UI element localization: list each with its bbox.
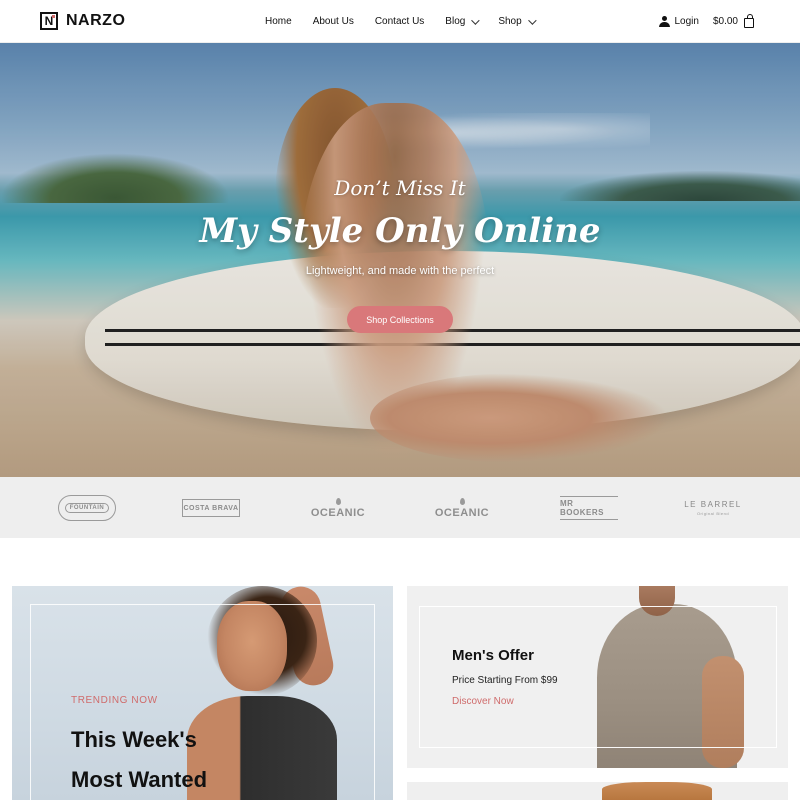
promo-eyebrow: TRENDING NOW (71, 695, 158, 706)
promo-title-line-2: Most Wanted (71, 767, 208, 792)
brand-name: MR BOOKERS (560, 496, 618, 520)
nav-item-label: Shop (498, 16, 522, 27)
discover-now-link[interactable]: Discover Now (452, 696, 514, 707)
brand-name: LE BARREL (684, 500, 742, 509)
shopping-bag-icon (744, 14, 754, 28)
promo-price: Price Starting From $99 (452, 675, 558, 686)
cart-button[interactable]: $0.00 (712, 14, 754, 28)
brand-name: FOUNTAIN (67, 505, 107, 511)
site-logo[interactable]: N NARZO (40, 12, 125, 30)
promo-title: This Week's Most Wanted (71, 720, 207, 800)
main-nav: Home About Us Contact Us Blog Shop (265, 0, 537, 43)
hero-overlay (0, 43, 800, 477)
logo-mark-icon: N (40, 12, 58, 30)
nav-item-about-us[interactable]: About Us (313, 16, 354, 27)
promo-partial-image (602, 782, 712, 800)
nav-item-label: About Us (312, 16, 354, 27)
brand-tagline: Original Blend (696, 511, 730, 516)
nav-item-home[interactable]: Home (265, 16, 292, 27)
brand-logos-strip: FOUNTAIN COSTA BRAVA OCEANIC OCEANIC MR … (0, 477, 800, 538)
water-drop-icon (459, 497, 465, 505)
promo-title: Men's Offer (452, 647, 534, 664)
cart-total: $0.00 (712, 16, 738, 27)
nav-item-label: Home (265, 16, 292, 27)
chevron-down-icon (471, 15, 480, 25)
login-link[interactable]: Login (658, 16, 699, 27)
promo-card-trending[interactable]: TRENDING NOW This Week's Most Wanted (12, 586, 393, 800)
header-actions: Login $0.00 (658, 0, 754, 43)
promo-card-partial[interactable] (407, 782, 788, 800)
logo-dot (52, 15, 55, 18)
brand-name: COSTA BRAVA (182, 499, 240, 517)
nav-item-blog[interactable]: Blog (445, 15, 480, 27)
brand-logo-le-barrel[interactable]: LE BARREL Original Blend (684, 493, 742, 523)
brand-logo-oceanic-2[interactable]: OCEANIC (432, 493, 492, 523)
brand-logo-oceanic[interactable]: OCEANIC (308, 493, 368, 523)
promo-title-line-1: This Week's (71, 727, 197, 752)
brand-logo-fountain[interactable]: FOUNTAIN (58, 493, 116, 523)
promo-card-mens-offer[interactable]: Men's Offer Price Starting From $99 Disc… (407, 586, 788, 768)
brand-logo-costa-brava[interactable]: COSTA BRAVA (182, 493, 240, 523)
chevron-down-icon (527, 15, 537, 25)
nav-item-contact-us[interactable]: Contact Us (375, 16, 424, 27)
nav-item-label: Contact Us (374, 16, 425, 27)
site-header: N NARZO Home About Us Contact Us Blog Sh… (0, 0, 800, 43)
nav-item-label: Blog (445, 16, 466, 27)
hero-pretitle: Don’t Miss It (334, 176, 466, 200)
hero-title: My Style Only Online (199, 211, 601, 251)
brand-logo-mr-bookers[interactable]: MR BOOKERS (560, 493, 618, 523)
hero-banner: Don’t Miss It My Style Only Online Light… (0, 43, 800, 477)
brand-name: OCEANIC (434, 506, 490, 519)
login-label: Login (674, 16, 699, 27)
nav-item-shop[interactable]: Shop (498, 15, 537, 27)
brand-name: OCEANIC (310, 506, 366, 519)
water-drop-icon (335, 497, 341, 505)
logo-text: NARZO (66, 12, 126, 29)
hero-subtitle: Lightweight, and made with the perfect (305, 265, 495, 277)
shop-collections-button[interactable]: Shop Collections (347, 306, 453, 333)
user-icon (658, 16, 670, 27)
